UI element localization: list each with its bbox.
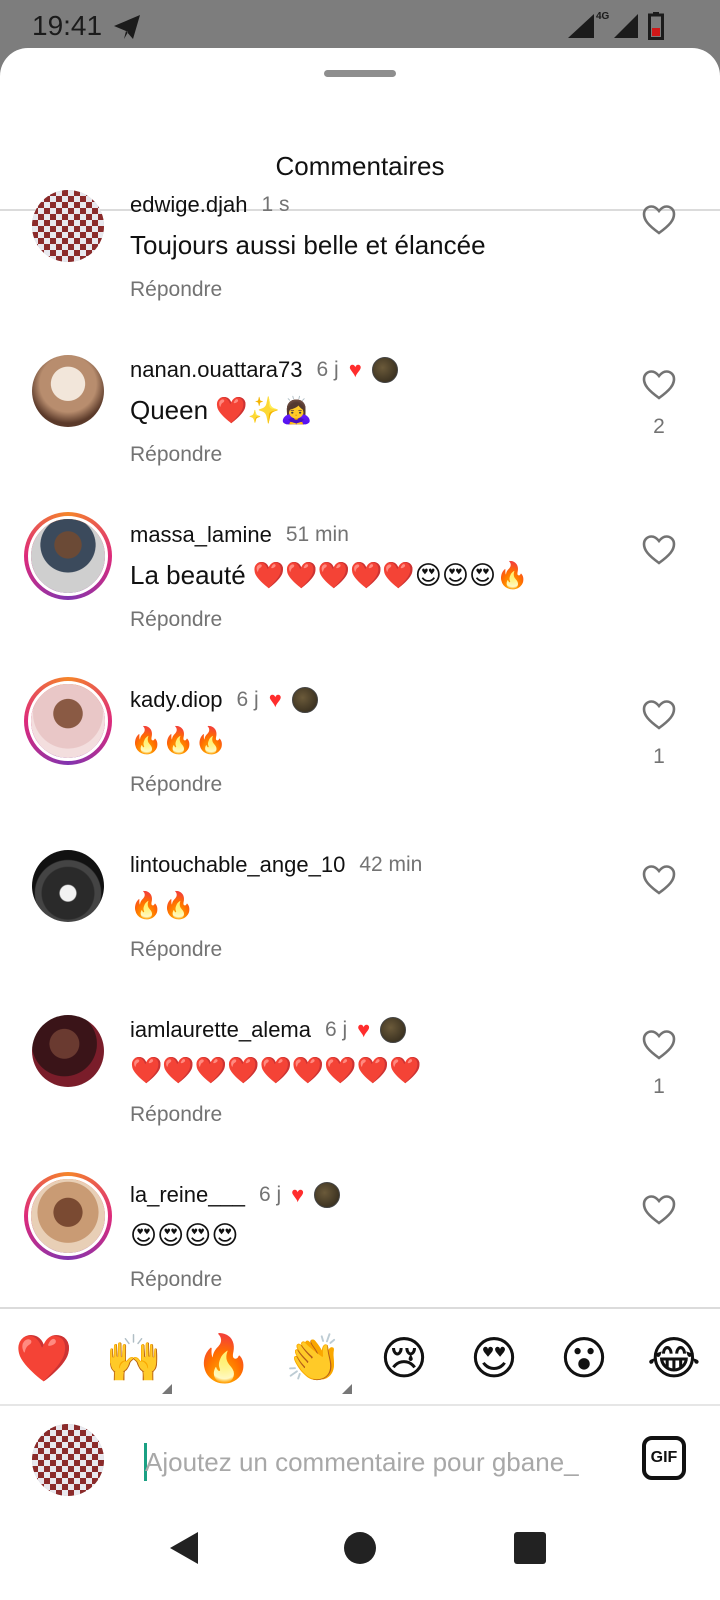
battery-icon [648, 12, 664, 40]
comment-time: 6 j [316, 358, 339, 381]
comment-time: 6 j [324, 1018, 348, 1041]
heart-outline-icon[interactable] [642, 204, 676, 236]
username[interactable]: edwige.djah [130, 192, 247, 218]
reaction-heart[interactable]: ❤️ [14, 1328, 74, 1388]
avatar[interactable] [32, 355, 104, 427]
like-count: 1 [653, 1075, 665, 1098]
comment-text: Toujours aussi belle et élancée [130, 230, 486, 260]
username[interactable]: lintouchable_ange_10 [130, 852, 345, 878]
reply-button[interactable]: Répondre [130, 938, 222, 962]
comment-text: 🔥🔥🔥 [130, 725, 228, 755]
back-icon[interactable] [168, 1530, 202, 1566]
comment-text: Queen ❤️✨🙇‍♀️ [130, 395, 313, 425]
comment-item: edwige.djah 1 s Toujours aussi belle et … [0, 164, 720, 329]
reply-button[interactable]: Répondre [130, 773, 222, 797]
network-type: 4G [596, 11, 610, 22]
reply-button[interactable]: Répondre [130, 278, 222, 302]
comment-item: massa_lamine 51 min La beauté ❤️❤️❤️❤️❤️… [0, 494, 720, 659]
status-time: 19:41 [32, 10, 103, 41]
username[interactable]: kady.diop [130, 687, 223, 713]
reaction-clap[interactable]: 👏 [284, 1328, 352, 1394]
recents-icon[interactable] [514, 1532, 546, 1564]
reaction-laugh[interactable]: 😂 [644, 1328, 704, 1388]
system-nav-bar [0, 1516, 720, 1600]
comment-item: lintouchable_ange_10 42 min 🔥🔥 Répondre [0, 824, 720, 989]
gif-button[interactable]: GIF [642, 1436, 686, 1480]
comment-text: ❤️❤️❤️❤️❤️❤️❤️❤️❤️ [130, 1055, 422, 1085]
reaction-heart-eyes[interactable]: 😍 [464, 1328, 524, 1388]
reply-button[interactable]: Répondre [130, 608, 222, 632]
comment-time: 6 j [236, 688, 259, 711]
avatar-story[interactable] [24, 512, 112, 600]
home-icon[interactable] [344, 1532, 376, 1564]
reply-button[interactable]: Répondre [130, 1103, 222, 1127]
variant-indicator [162, 1384, 172, 1394]
heart-outline-icon[interactable] [642, 699, 676, 731]
reaction-cry[interactable]: 😢 [374, 1328, 434, 1388]
comment-time: 42 min [359, 853, 423, 876]
comment-input[interactable] [145, 1444, 615, 1480]
comment-item: la_reine___ 6 j ♥ 😍😍😍😍 Répondre [0, 1154, 720, 1307]
heart-filled-icon: ♥ [268, 687, 282, 712]
my-avatar [32, 1424, 104, 1496]
heart-outline-icon[interactable] [642, 1194, 676, 1226]
heart-outline-icon[interactable] [642, 534, 676, 566]
comment-text: 🔥🔥 [130, 890, 195, 920]
reaction-raised-hands[interactable]: 🙌 [104, 1328, 172, 1394]
quick-reactions: ❤️ 🙌 🔥 👏 😢 😍 😮 😂 [0, 1310, 720, 1406]
reaction-label: 🙌 [105, 1332, 163, 1384]
heart-filled-icon: ♥ [291, 1182, 305, 1207]
drag-handle[interactable] [324, 70, 396, 77]
avatar-story[interactable] [24, 677, 112, 765]
heart-outline-icon[interactable] [642, 1029, 676, 1061]
username[interactable]: iamlaurette_alema [130, 1017, 311, 1043]
heart-filled-icon: ♥ [357, 1017, 371, 1042]
signal-icon [568, 14, 594, 38]
variant-indicator [342, 1384, 352, 1394]
comment-time: 1 s [261, 193, 290, 216]
reply-button[interactable]: Répondre [130, 443, 222, 467]
like-count: 2 [653, 415, 665, 438]
comment-item: iamlaurette_alema 6 j ♥ ❤️❤️❤️❤️❤️❤️❤️❤️… [0, 989, 720, 1154]
reply-button[interactable]: Répondre [130, 1268, 222, 1292]
signal-strength-icon [614, 14, 638, 38]
username[interactable]: la_reine___ [130, 1182, 245, 1208]
heart-outline-icon[interactable] [642, 864, 676, 896]
author-avatar [380, 1017, 407, 1043]
avatar[interactable] [32, 850, 104, 922]
comment-text: 😍😍😍😍 [130, 1220, 239, 1250]
comment-item: kady.diop 6 j ♥ 🔥🔥🔥 Répondre 1 [0, 659, 720, 824]
username[interactable]: massa_lamine [130, 522, 272, 548]
divider [0, 1307, 720, 1309]
heart-filled-icon: ♥ [348, 357, 362, 382]
username[interactable]: nanan.ouattara73 [130, 357, 303, 383]
comment-time: 6 j [258, 1183, 282, 1206]
comment-composer: GIF [0, 1406, 720, 1516]
reaction-label: 👏 [285, 1332, 343, 1384]
author-avatar [371, 357, 398, 383]
avatar[interactable] [32, 1015, 104, 1087]
status-bar: 19:41 4G [0, 0, 720, 52]
avatar[interactable] [32, 190, 104, 262]
heart-outline-icon[interactable] [642, 369, 676, 401]
author-avatar [314, 1182, 341, 1208]
telegram-icon [114, 15, 140, 39]
reaction-surprised[interactable]: 😮 [554, 1328, 614, 1388]
comment-item: nanan.ouattara73 6 j ♥ Queen ❤️✨🙇‍♀️ Rép… [0, 329, 720, 494]
comment-text: La beauté ❤️❤️❤️❤️❤️😍😍😍🔥 [130, 560, 529, 590]
avatar-story[interactable] [24, 1172, 112, 1260]
comment-list[interactable]: edwige.djah 1 s Toujours aussi belle et … [0, 164, 720, 1307]
comment-time: 51 min [285, 523, 349, 546]
like-count: 1 [653, 745, 665, 768]
author-avatar [291, 687, 318, 713]
reaction-fire[interactable]: 🔥 [194, 1328, 254, 1388]
